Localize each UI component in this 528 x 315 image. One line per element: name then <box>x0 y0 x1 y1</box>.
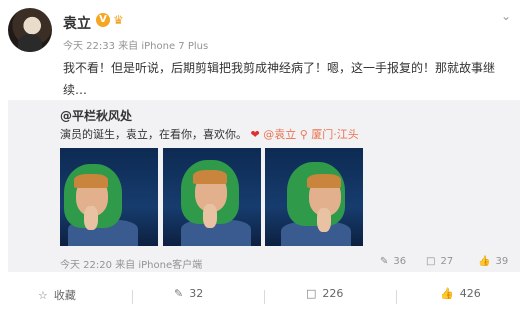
repost-mention[interactable]: @袁立 <box>263 128 296 141</box>
chevron-down-icon[interactable]: ⌄ <box>498 8 514 24</box>
like-button[interactable]: 👍 426 <box>440 287 481 300</box>
repost-button[interactable]: ✎ 32 <box>174 287 203 300</box>
star-icon: ☆ <box>38 289 48 302</box>
comment-icon: □ <box>426 256 436 267</box>
comment-button[interactable]: □ 226 <box>306 287 343 300</box>
heart-icon: ❤ <box>250 128 260 141</box>
repost-comment-count[interactable]: □ 27 <box>426 256 453 267</box>
thumbs-up-icon: 👍 <box>478 256 491 267</box>
repost-card[interactable]: @平栏秋风处 演员的诞生，袁立，在看你，喜欢你。 ❤ @袁立 ⚲ 厦门·江头 今… <box>8 100 520 272</box>
author-name[interactable]: 袁立 <box>63 13 91 33</box>
repost-time[interactable]: 今天 22:20 <box>60 260 112 271</box>
divider <box>132 290 133 304</box>
post-meta: 今天 22:33 来自 iPhone 7 Plus <box>63 37 208 52</box>
repost-source-prefix: 来自 <box>115 260 136 271</box>
post-content: 我不看！但是听说，后期剪辑把我剪成神经病了！嗯，这一手报复的！那就故事继续… <box>63 61 496 97</box>
forward-icon: ✎ <box>174 287 184 300</box>
vip-crown-icon: ♛ <box>113 13 124 27</box>
repost-likes: 39 <box>495 256 509 267</box>
repost-text: 演员的诞生，袁立，在看你，喜欢你。 ❤ @袁立 ⚲ 厦门·江头 <box>60 126 359 142</box>
repost-forward-count[interactable]: ✎ 36 <box>380 256 406 267</box>
repost-source: iPhone客户端 <box>138 260 203 271</box>
repost-image-1[interactable] <box>60 148 158 246</box>
repost-text-main: 演员的诞生，袁立，在看你，喜欢你。 <box>60 128 247 141</box>
favorite-button[interactable]: ☆ 收藏 <box>38 287 76 303</box>
comment-icon: □ <box>306 287 317 300</box>
repost-image-2[interactable] <box>163 148 261 246</box>
post-source: iPhone 7 Plus <box>141 41 209 52</box>
avatar[interactable] <box>8 8 52 52</box>
location-pin-icon: ⚲ <box>299 128 308 141</box>
repost-comments: 27 <box>440 256 454 267</box>
forward-icon: ✎ <box>380 256 389 267</box>
weibo-post: 袁立 V ♛ 今天 22:33 来自 iPhone 7 Plus ⌄ 我不看！但… <box>0 0 528 315</box>
post-time[interactable]: 今天 22:33 <box>63 41 115 52</box>
comment-count: 226 <box>322 287 344 300</box>
repost-like-count[interactable]: 👍 39 <box>478 256 508 267</box>
repost-meta: 今天 22:20 来自 iPhone客户端 <box>60 256 202 271</box>
favorite-label: 收藏 <box>53 289 76 302</box>
divider <box>396 290 397 304</box>
repost-count: 32 <box>189 287 204 300</box>
repost-image-3[interactable] <box>265 148 363 246</box>
repost-location[interactable]: 厦门·江头 <box>311 128 359 141</box>
repost-reposts: 36 <box>393 256 407 267</box>
like-count: 426 <box>459 287 481 300</box>
thumbs-up-icon: 👍 <box>440 287 454 300</box>
source-prefix: 来自 <box>118 41 139 52</box>
action-bar: ☆ 收藏 ✎ 32 □ 226 👍 426 <box>0 283 528 309</box>
divider <box>264 290 265 304</box>
verified-badge-icon: V <box>96 13 110 27</box>
repost-author[interactable]: @平栏秋风处 <box>60 107 132 124</box>
